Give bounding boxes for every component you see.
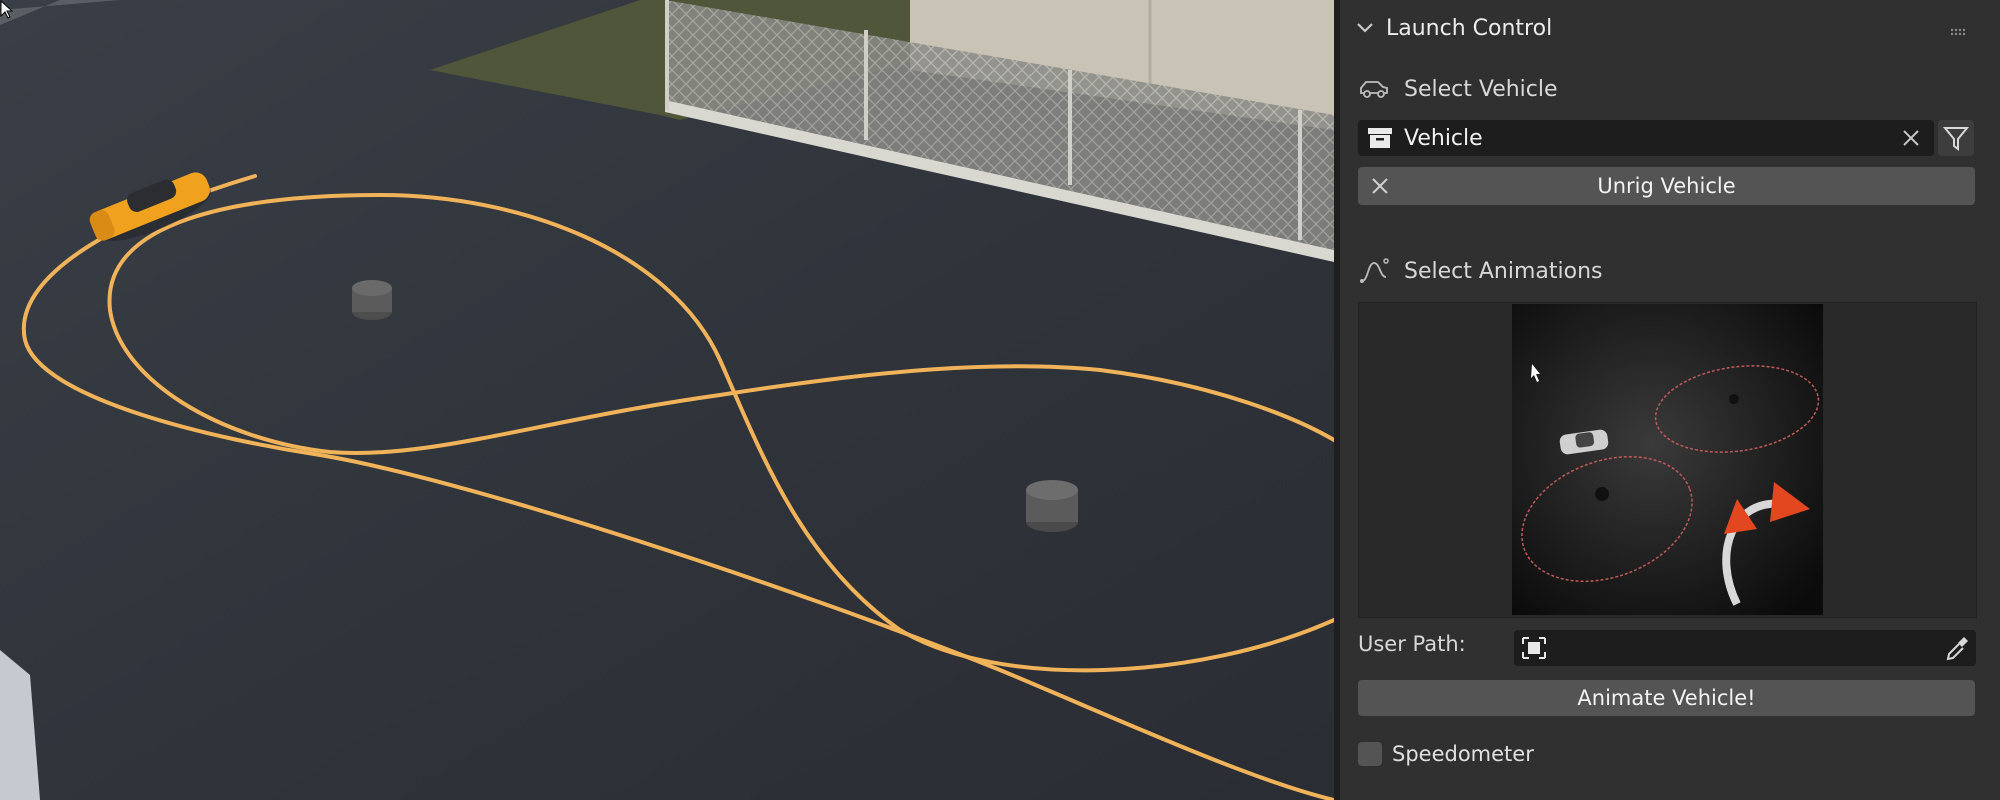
vehicle-field[interactable]: Vehicle [1358, 120, 1934, 156]
animation-preview-thumbnail[interactable] [1512, 304, 1823, 615]
unrig-vehicle-button[interactable]: Unrig Vehicle [1358, 167, 1975, 205]
animate-vehicle-label: Animate Vehicle! [1577, 686, 1756, 710]
panel-divider[interactable] [1334, 0, 1340, 800]
chevron-down-icon[interactable] [1354, 17, 1376, 39]
select-animations-label: Select Animations [1404, 258, 1603, 284]
mouse-cursor-icon [0, 0, 14, 19]
object-box-icon [1522, 637, 1546, 659]
car-outline-icon [1360, 81, 1388, 98]
select-vehicle-label: Select Vehicle [1404, 76, 1558, 102]
collection-box-icon [1368, 128, 1392, 148]
tire-stack-1 [352, 280, 392, 320]
eyedropper-icon[interactable] [1944, 634, 1970, 662]
filter-icon [1942, 127, 1970, 151]
close-icon[interactable] [1900, 127, 1922, 149]
speedometer-row[interactable]: Speedometer [1358, 742, 1534, 766]
vehicle-field-value: Vehicle [1404, 125, 1483, 151]
unrig-vehicle-label: Unrig Vehicle [1597, 174, 1736, 198]
tire-stack-2 [1026, 480, 1078, 532]
user-path-field[interactable] [1514, 630, 1976, 666]
speedometer-label: Speedometer [1392, 742, 1534, 766]
drag-grip-icon[interactable] [1950, 28, 1968, 36]
speedometer-checkbox[interactable] [1358, 742, 1382, 766]
curve-path-icon [1360, 258, 1389, 283]
panel-header[interactable]: Launch Control [1354, 10, 1974, 46]
filter-button[interactable] [1938, 120, 1974, 156]
close-icon [1372, 178, 1388, 194]
panel-title: Launch Control [1386, 15, 1553, 41]
3d-viewport[interactable] [0, 0, 1334, 800]
animate-vehicle-button[interactable]: Animate Vehicle! [1358, 680, 1975, 716]
select-vehicle-row: Select Vehicle [1358, 72, 1558, 106]
user-path-label: User Path: [1358, 632, 1466, 656]
select-animations-row: Select Animations [1358, 254, 1602, 288]
scene-render [0, 0, 1334, 800]
